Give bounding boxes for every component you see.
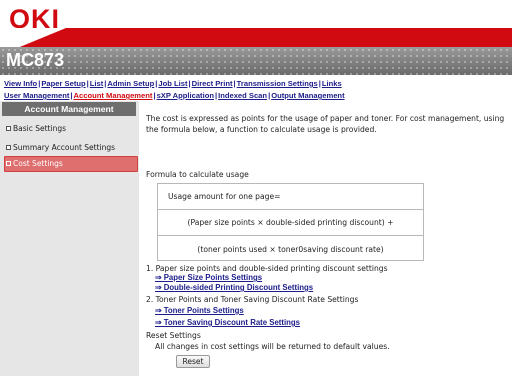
nav-link-user-management[interactable]: User Management — [4, 91, 69, 100]
nav-link-job-list[interactable]: Job List — [158, 79, 187, 88]
nav-separator: | — [153, 91, 156, 100]
nav-separator: | — [268, 91, 271, 100]
nav-row-1: View Info|Paper Setup|List|Admin Setup|J… — [4, 79, 342, 88]
nav-link-account-management[interactable]: Account Management — [74, 91, 153, 100]
sidebar-item-label: Cost Settings — [13, 159, 63, 168]
nav-separator: | — [214, 91, 218, 100]
model-bar — [0, 47, 512, 75]
bullet-box-icon — [6, 161, 11, 166]
nav-row-2: User Management|Account Management|sXP A… — [4, 91, 345, 100]
formula-box: Usage amount for one page= (Paper size p… — [157, 183, 424, 261]
nav-link-transmission-settings[interactable]: Transmission Settings — [237, 79, 318, 88]
nav-separator: | — [86, 79, 89, 88]
section-1-heading: 1. Paper size points and double-sided pr… — [146, 264, 388, 273]
sidebar-item-basic-settings[interactable]: Basic Settings — [6, 124, 66, 133]
nav-separator: | — [233, 79, 236, 88]
reset-settings-heading: Reset Settings — [146, 331, 201, 340]
reset-description: All changes in cost settings will be ret… — [155, 342, 390, 351]
nav-link-admin-setup[interactable]: Admin Setup — [107, 79, 154, 88]
nav-link-list[interactable]: List — [90, 79, 104, 88]
nav-link-direct-print[interactable]: Direct Print — [192, 79, 233, 88]
formula-title: Formula to calculate usage — [146, 170, 249, 179]
formula-line-2: (Paper size points × double-sided printi… — [158, 210, 423, 236]
bullet-box-icon — [6, 126, 11, 131]
nav-link-indexed-scan[interactable]: Indexed Scan — [218, 91, 267, 100]
toner-points-link[interactable]: ⇒ Toner Points Settings — [155, 306, 244, 315]
toner-saving-discount-link[interactable]: ⇒ Toner Saving Discount Rate Settings — [155, 318, 300, 327]
sidebar-title: Account Management — [2, 102, 136, 116]
formula-line-3: (toner points used × toner0saving discou… — [197, 244, 384, 254]
nav-link-links[interactable]: Links — [322, 79, 342, 88]
bullet-box-icon — [6, 145, 11, 150]
sidebar-item-summary-account-settings[interactable]: Summary Account Settings — [6, 143, 115, 152]
nav-link-paper-setup[interactable]: Paper Setup — [41, 79, 85, 88]
reset-button[interactable]: Reset — [176, 355, 210, 368]
paper-size-points-link[interactable]: ⇒ Paper Size Points Settings — [155, 273, 262, 282]
sidebar-item-label: Summary Account Settings — [13, 143, 116, 152]
nav-separator: | — [70, 91, 73, 100]
nav-separator: | — [188, 79, 191, 88]
sidebar-item-label: Basic Settings — [13, 124, 67, 133]
double-sided-discount-link[interactable]: ⇒ Double-sided Printing Discount Setting… — [155, 283, 313, 292]
model-name: MC873 — [6, 50, 65, 70]
nav-link-view-info[interactable]: View Info — [4, 79, 37, 88]
nav-separator: | — [38, 79, 41, 88]
section-2-heading: 2. Toner Points and Toner Saving Discoun… — [146, 295, 359, 304]
sidebar-item-cost-settings[interactable]: Cost Settings — [6, 159, 63, 168]
nav-separator: | — [318, 79, 321, 88]
formula-line-1: Usage amount for one page= — [158, 184, 423, 210]
nav-link-sxp-application[interactable]: sXP Application — [157, 91, 214, 100]
header-red-bar — [0, 28, 512, 47]
nav-link-output-management[interactable]: Output Management — [271, 91, 344, 100]
intro-text: The cost is expressed as points for the … — [146, 114, 505, 134]
